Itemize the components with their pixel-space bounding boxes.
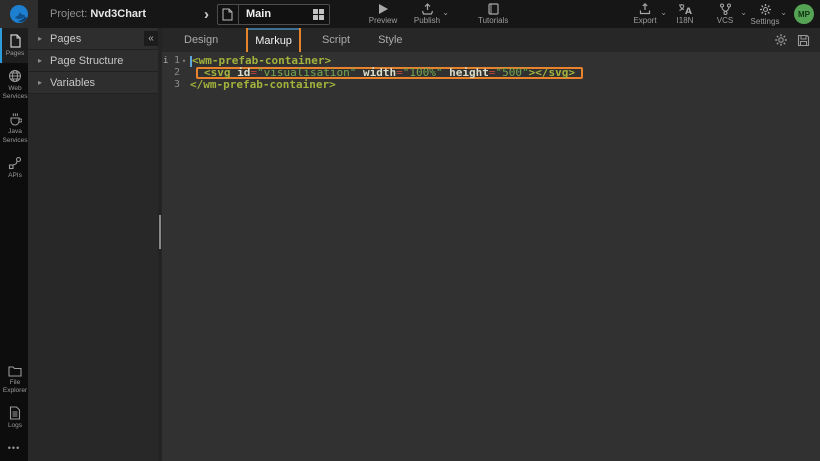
- save-button[interactable]: [797, 34, 810, 47]
- code-token: height: [449, 67, 489, 79]
- chevron-down-icon: ⌄: [660, 8, 667, 17]
- rail-item-pages[interactable]: Pages: [0, 28, 28, 63]
- left-panel: ▸ Pages « ▸ Page Structure ▸ Variables: [28, 28, 158, 461]
- code-token: </wm-prefab-container>: [190, 79, 336, 91]
- project-name: Nvd3Chart: [90, 8, 146, 20]
- grid-view-icon[interactable]: [313, 9, 324, 20]
- code-token: =: [489, 67, 496, 79]
- scrollbar-handle[interactable]: [159, 215, 161, 249]
- settings-button[interactable]: ⌄ Settings: [750, 3, 780, 26]
- pages-icon: [9, 34, 22, 48]
- tab-markup[interactable]: Markup: [255, 35, 292, 47]
- panel-collapse-button[interactable]: «: [144, 31, 158, 46]
- user-avatar[interactable]: MP: [794, 4, 814, 24]
- book-icon: [488, 3, 499, 15]
- globe-icon: [8, 69, 22, 83]
- rail-item-logs[interactable]: Logs: [0, 400, 28, 435]
- project-title: Project: Nvd3Chart: [50, 8, 146, 20]
- triangle-right-icon: ▸: [38, 56, 42, 65]
- app-logo[interactable]: [0, 0, 38, 28]
- chevron-down-icon: ⌄: [740, 8, 747, 17]
- markup-tab-annotation: Markup: [246, 26, 301, 54]
- publish-button[interactable]: ⌄ Publish: [412, 3, 442, 25]
- top-bar: Project: Nvd3Chart › Main Preview ⌄ Publ…: [0, 0, 820, 28]
- rail-more-button[interactable]: •••: [0, 435, 28, 461]
- code-token: width: [363, 67, 396, 79]
- tab-design[interactable]: Design: [184, 34, 218, 46]
- gear-icon: [774, 33, 788, 47]
- rail-item-apis[interactable]: APIs: [0, 150, 28, 185]
- chevron-down-icon: ⌄: [780, 8, 787, 17]
- editor-tab-bar: Design Markup Script Style: [162, 28, 820, 52]
- page-tab-label: Main: [239, 8, 313, 20]
- tutorials-button[interactable]: Tutorials: [478, 3, 508, 25]
- panel-scrollbar[interactable]: [158, 28, 162, 461]
- editor-gutter: i1▾23: [162, 55, 188, 91]
- chevron-down-icon: ⌄: [442, 8, 449, 17]
- svg-text:A: A: [685, 7, 692, 15]
- folder-icon: [8, 365, 22, 377]
- wavemaker-logo-icon: [9, 4, 29, 24]
- triangle-right-icon: ▸: [38, 34, 42, 43]
- rail-item-file-explorer[interactable]: File Explorer: [0, 359, 28, 400]
- editor-code: <wm-prefab-container><svg id="visualisat…: [188, 55, 820, 91]
- tab-script[interactable]: Script: [322, 34, 350, 46]
- i18n-button[interactable]: A I18N: [670, 3, 700, 25]
- code-line[interactable]: </wm-prefab-container>: [190, 79, 820, 91]
- code-token: "500": [495, 67, 528, 79]
- line-number[interactable]: i1▾: [162, 55, 188, 67]
- active-tab-indicator: [248, 28, 299, 30]
- triangle-right-icon: ▸: [38, 78, 42, 87]
- workspace: Design Markup Script Style i1▾23 <wm-pre…: [162, 28, 820, 461]
- tab-style[interactable]: Style: [378, 34, 402, 46]
- branch-icon: [719, 3, 732, 15]
- play-icon: [377, 3, 389, 15]
- code-token: [442, 67, 449, 79]
- panel-section-pages[interactable]: ▸ Pages «: [28, 28, 158, 50]
- left-icon-rail: Pages Web Services Java Services APIs Fi…: [0, 28, 28, 461]
- code-token: [356, 67, 363, 79]
- code-editor[interactable]: i1▾23 <wm-prefab-container><svg id="visu…: [162, 52, 820, 461]
- code-token: "100%": [403, 67, 443, 79]
- upload-icon: [421, 3, 434, 15]
- fold-marker-icon[interactable]: ▾: [180, 55, 188, 67]
- lint-info-icon: i: [163, 55, 170, 67]
- java-cup-icon: [8, 112, 22, 126]
- logs-icon: [9, 406, 21, 420]
- code-token: =: [396, 67, 403, 79]
- rail-item-web-services[interactable]: Web Services: [0, 63, 28, 106]
- panel-section-page-structure[interactable]: ▸ Page Structure: [28, 50, 158, 72]
- page-tab-main[interactable]: Main: [217, 4, 330, 25]
- gear-icon: [759, 3, 772, 16]
- vcs-button[interactable]: ⌄ VCS: [710, 3, 740, 25]
- export-icon: [639, 3, 651, 15]
- translate-icon: A: [678, 3, 692, 15]
- topbar-right-actions: ⌄ Export A I18N ⌄ VCS ⌄ Settings MP: [630, 0, 814, 28]
- api-icon: [8, 156, 22, 170]
- breadcrumb-chevron-icon[interactable]: ›: [204, 6, 209, 23]
- tabbar-actions: [774, 28, 810, 52]
- save-icon: [797, 34, 810, 47]
- code-token: ></svg>: [529, 67, 575, 79]
- ide-window: Project: Nvd3Chart › Main Preview ⌄ Publ…: [0, 0, 820, 461]
- page-doc-icon: [218, 5, 239, 24]
- line-number[interactable]: 2: [162, 67, 188, 79]
- export-button[interactable]: ⌄ Export: [630, 3, 660, 25]
- panel-section-variables[interactable]: ▸ Variables: [28, 72, 158, 94]
- line-number[interactable]: 3: [162, 79, 188, 91]
- rail-spacer: [0, 185, 28, 359]
- markup-settings-button[interactable]: [774, 33, 788, 47]
- preview-button[interactable]: Preview: [368, 3, 398, 25]
- topbar-center-actions: Preview ⌄ Publish Tutorials: [368, 0, 508, 28]
- rail-item-java-services[interactable]: Java Services: [0, 106, 28, 149]
